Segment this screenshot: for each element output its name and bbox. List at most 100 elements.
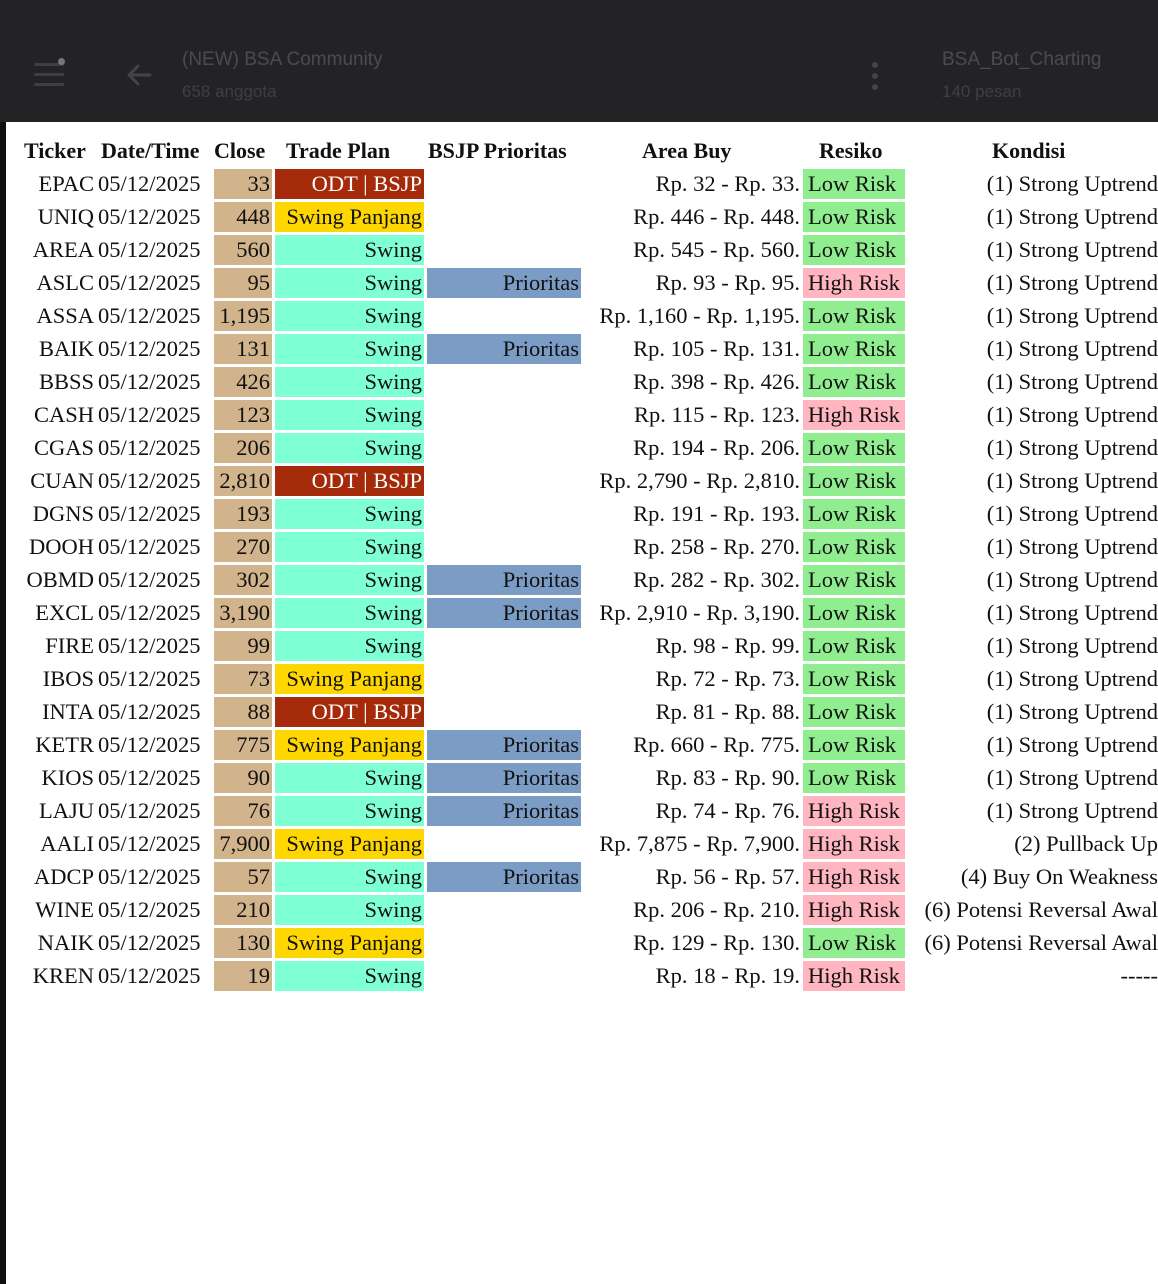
header-datetime: Date/Time	[101, 138, 200, 163]
cell-ticker: DOOH	[29, 534, 94, 559]
cell-resiko: High Risk	[803, 268, 905, 298]
cell-prioritas: Prioritas	[427, 796, 581, 826]
cell-trade-plan: ODT | BSJP	[275, 697, 424, 727]
cell-resiko: High Risk	[803, 862, 905, 892]
cell-kondisi: (1) Strong Uptrend	[986, 765, 1158, 790]
cell-ticker: ASSA	[36, 303, 94, 328]
table-row: KREN 05/12/2025 19 Swing Rp. 18 - Rp. 19. Hig…	[6, 960, 1158, 993]
cell-trade-plan: Swing	[275, 367, 424, 397]
cell-area-buy: Rp. 72 - Rp. 73.	[655, 666, 800, 691]
cell-close: 193	[214, 499, 272, 529]
back-arrow-icon[interactable]	[124, 60, 154, 90]
cell-date: 05/12/2025	[98, 270, 201, 295]
cell-prioritas	[427, 202, 581, 232]
cell-trade-plan: Swing	[275, 862, 424, 892]
cell-resiko: Low Risk	[803, 499, 905, 529]
cell-kondisi: (4) Buy On Weakness	[960, 864, 1158, 889]
cell-kondisi: (1) Strong Uptrend	[986, 699, 1158, 724]
table-row: WINE 05/12/2025 210 Swing Rp. 206 - Rp. 210.…	[6, 894, 1158, 927]
cell-trade-plan: Swing	[275, 961, 424, 991]
cell-close: 2,810	[214, 466, 272, 496]
table-row: LAJU 05/12/2025 76 Swing Prioritas Rp. 74 - R…	[6, 795, 1158, 828]
cell-close: 1,195	[214, 301, 272, 331]
cell-prioritas	[427, 961, 581, 991]
cell-area-buy: Rp. 2,910 - Rp. 3,190.	[599, 600, 800, 625]
cell-date: 05/12/2025	[98, 765, 201, 790]
cell-kondisi: (1) Strong Uptrend	[986, 171, 1158, 196]
cell-area-buy: Rp. 282 - Rp. 302.	[633, 567, 800, 592]
cell-prioritas	[427, 400, 581, 430]
cell-trade-plan: Swing	[275, 763, 424, 793]
table-row: NAIK 05/12/2025 130 Swing Panjang Rp. 129 - …	[6, 927, 1158, 960]
cell-date: 05/12/2025	[98, 171, 201, 196]
cell-area-buy: Rp. 129 - Rp. 130.	[633, 930, 800, 955]
cell-ticker: CASH	[33, 402, 94, 427]
cell-area-buy: Rp. 206 - Rp. 210.	[633, 897, 800, 922]
cell-kondisi: (1) Strong Uptrend	[986, 567, 1158, 592]
cell-kondisi: (1) Strong Uptrend	[986, 798, 1158, 823]
cell-trade-plan: Swing	[275, 565, 424, 595]
cell-close: 448	[214, 202, 272, 232]
cell-prioritas	[427, 697, 581, 727]
cell-kondisi: (1) Strong Uptrend	[986, 402, 1158, 427]
table-row: DGNS 05/12/2025 193 Swing Rp. 191 - Rp. 193.…	[6, 498, 1158, 531]
cell-ticker: CGAS	[33, 435, 94, 460]
cell-ticker: UNIQ	[37, 204, 94, 229]
cell-resiko: High Risk	[803, 895, 905, 925]
header-kondisi: Kondisi	[992, 138, 1066, 163]
bot-title[interactable]: BSA_Bot_Charting	[942, 49, 1102, 71]
screening-table-image: Ticker Date/Time Close Trade Plan BSJP P…	[6, 122, 1158, 1284]
cell-trade-plan: Swing	[275, 400, 424, 430]
table-row: ADCP 05/12/2025 57 Swing Prioritas Rp. 56 - R…	[6, 861, 1158, 894]
cell-area-buy: Rp. 7,875 - Rp. 7,900.	[599, 831, 800, 856]
cell-date: 05/12/2025	[98, 699, 201, 724]
cell-close: 426	[214, 367, 272, 397]
cell-area-buy: Rp. 194 - Rp. 206.	[633, 435, 800, 460]
cell-trade-plan: Swing	[275, 268, 424, 298]
cell-resiko: Low Risk	[803, 928, 905, 958]
cell-resiko: High Risk	[803, 796, 905, 826]
cell-kondisi: (2) Pullback Up	[1014, 831, 1158, 856]
cell-close: 3,190	[214, 598, 272, 628]
cell-prioritas: Prioritas	[427, 268, 581, 298]
cell-ticker: LAJU	[39, 798, 94, 823]
cell-resiko: Low Risk	[803, 301, 905, 331]
cell-close: 560	[214, 235, 272, 265]
cell-ticker: INTA	[42, 699, 94, 724]
cell-area-buy: Rp. 81 - Rp. 88.	[655, 699, 800, 724]
cell-date: 05/12/2025	[98, 369, 201, 394]
cell-close: 76	[214, 796, 272, 826]
cell-date: 05/12/2025	[98, 534, 201, 559]
cell-area-buy: Rp. 191 - Rp. 193.	[633, 501, 800, 526]
cell-prioritas: Prioritas	[427, 598, 581, 628]
cell-date: 05/12/2025	[98, 468, 201, 493]
header-area-buy: Area Buy	[642, 138, 732, 163]
more-options-icon[interactable]	[870, 62, 880, 92]
cell-resiko: Low Risk	[803, 202, 905, 232]
chat-title[interactable]: (NEW) BSA Community	[182, 49, 383, 71]
cell-area-buy: Rp. 83 - Rp. 90.	[655, 765, 800, 790]
cell-trade-plan: Swing	[275, 499, 424, 529]
cell-prioritas: Prioritas	[427, 334, 581, 364]
cell-kondisi: (1) Strong Uptrend	[986, 534, 1158, 559]
cell-resiko: Low Risk	[803, 433, 905, 463]
table-row: AREA 05/12/2025 560 Swing Rp. 545 - Rp. 560.…	[6, 234, 1158, 267]
cell-date: 05/12/2025	[98, 402, 201, 427]
cell-date: 05/12/2025	[98, 600, 201, 625]
cell-close: 131	[214, 334, 272, 364]
cell-kondisi: (1) Strong Uptrend	[986, 336, 1158, 361]
cell-ticker: AALI	[40, 831, 94, 856]
cell-prioritas	[427, 895, 581, 925]
cell-kondisi: (1) Strong Uptrend	[986, 204, 1158, 229]
hamburger-menu-icon[interactable]	[34, 63, 64, 87]
cell-trade-plan: Swing	[275, 301, 424, 331]
cell-trade-plan: Swing	[275, 532, 424, 562]
cell-close: 95	[214, 268, 272, 298]
cell-date: 05/12/2025	[98, 864, 201, 889]
header-ticker: Ticker	[24, 138, 86, 163]
cell-ticker: BAIK	[39, 336, 94, 361]
table-row: CGAS 05/12/2025 206 Swing Rp. 194 - Rp. 206.…	[6, 432, 1158, 465]
cell-ticker: ASLC	[36, 270, 94, 295]
cell-prioritas	[427, 301, 581, 331]
cell-trade-plan: Swing Panjang	[275, 928, 424, 958]
